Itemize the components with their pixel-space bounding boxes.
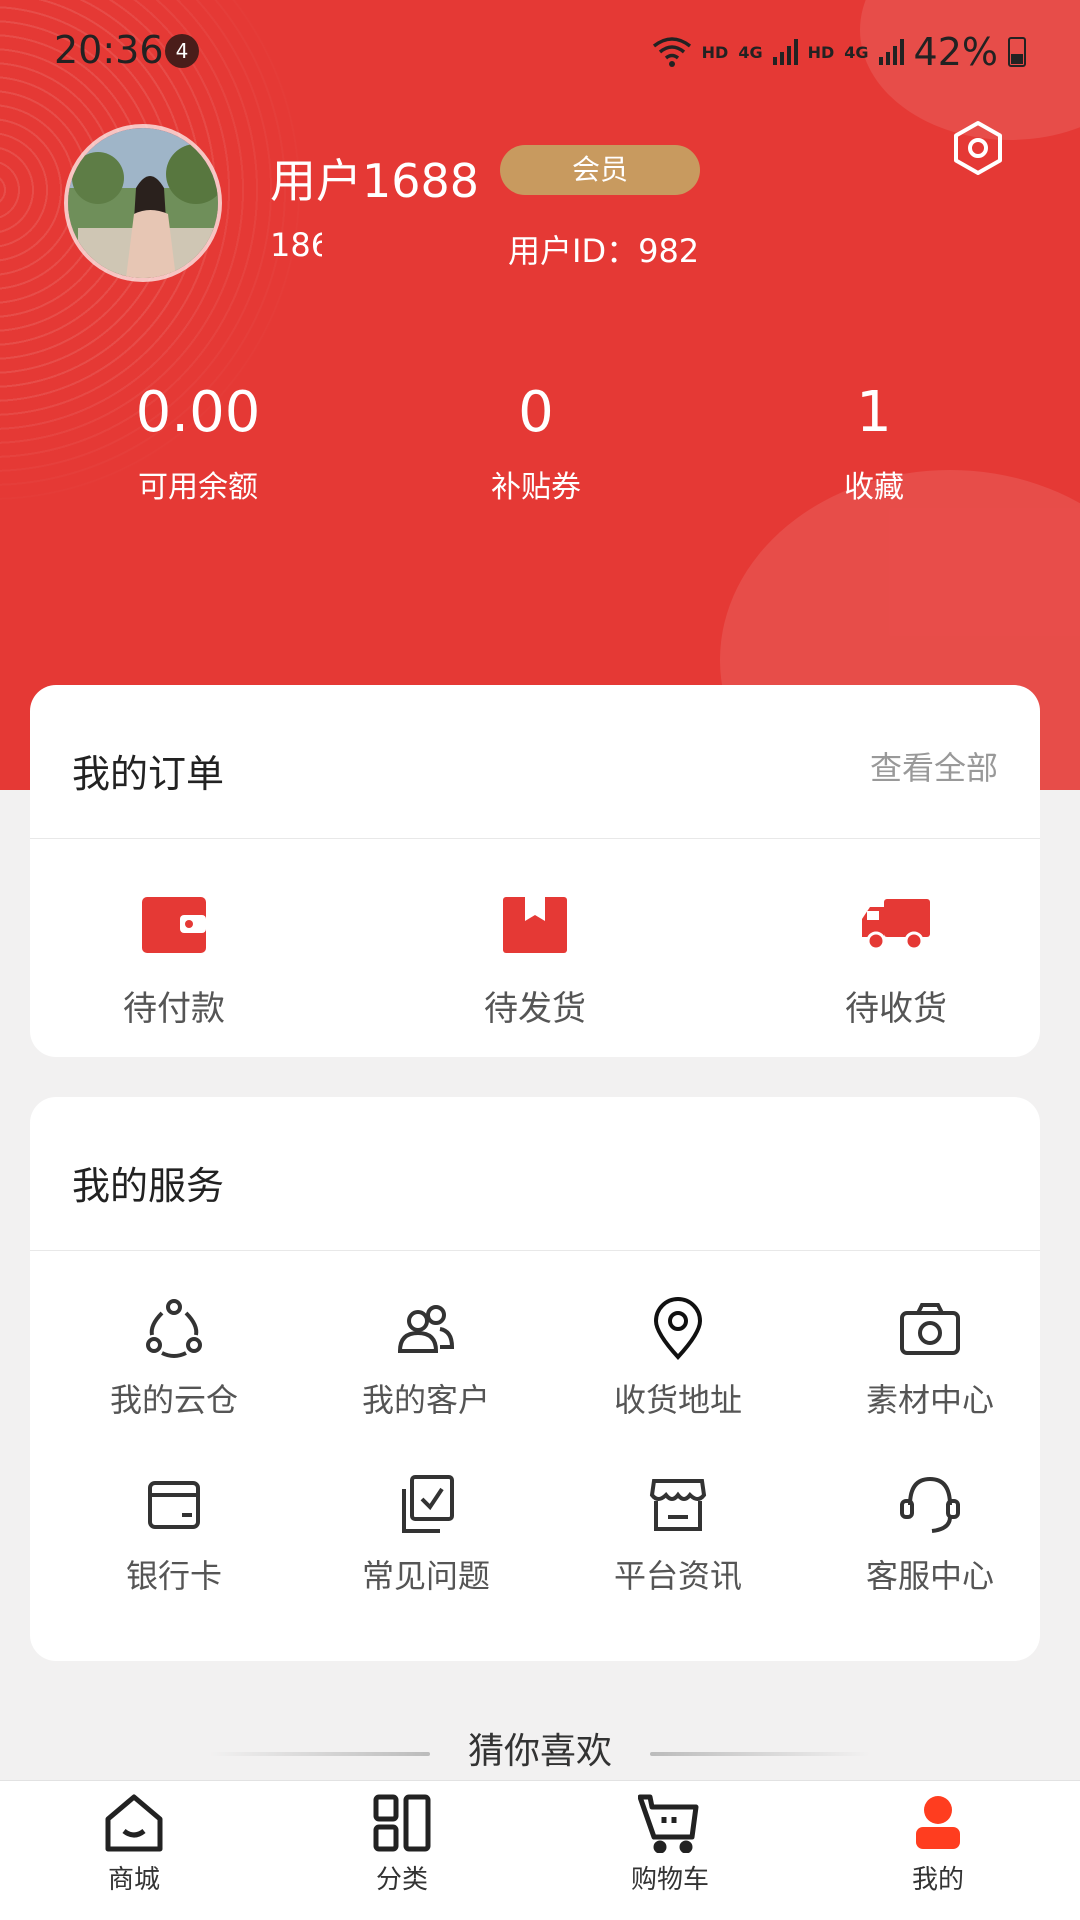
- service-bank-card[interactable]: 银行卡: [64, 1473, 284, 1597]
- wifi-icon: [652, 37, 691, 67]
- network-label: HD: [701, 42, 729, 62]
- services-card-header: 我的服务: [30, 1097, 1040, 1251]
- service-faq[interactable]: 常见问题: [316, 1473, 536, 1597]
- username: 用户1688: [270, 154, 480, 208]
- stat-balance[interactable]: 0.00 可用余额: [78, 380, 318, 506]
- customers-icon: [397, 1305, 455, 1353]
- news-icon: [649, 1479, 707, 1531]
- stat-label: 补贴券: [491, 470, 581, 505]
- cloud-warehouse-icon: [146, 1299, 202, 1358]
- home-icon: [105, 1794, 163, 1852]
- stat-label: 收藏: [844, 470, 904, 505]
- user-id: 用户ID：982: [508, 232, 700, 270]
- stat-label: 可用余额: [138, 470, 258, 505]
- view-all-orders-link[interactable]: 查看全部: [870, 743, 998, 789]
- battery-icon: [1008, 37, 1026, 67]
- service-shipping-address[interactable]: 收货地址: [568, 1297, 788, 1421]
- tab-label: 分类: [375, 1865, 428, 1895]
- settings-icon[interactable]: [950, 120, 1006, 176]
- service-customer-support[interactable]: 客服中心: [820, 1473, 1040, 1597]
- service-customers[interactable]: 我的客户: [316, 1297, 536, 1421]
- stat-value: 0: [518, 380, 554, 445]
- faq-icon: [402, 1475, 454, 1533]
- services-card: 我的服务 我的云仓 我的客户 收货地址 素材中心 银行卡 常见问题 平台资讯 客…: [30, 1097, 1040, 1661]
- service-label: 平台资讯: [613, 1557, 742, 1595]
- stat-value: 0.00: [135, 380, 261, 445]
- camera-icon: [900, 1303, 960, 1355]
- order-label: 待收货: [845, 989, 947, 1029]
- service-label: 我的云仓: [109, 1381, 238, 1419]
- bottom-tab-bar: 商城 分类 购物车 我的: [0, 1780, 1080, 1920]
- account-stats: 0.00 可用余额 0 补贴券 1 收藏: [0, 380, 1080, 520]
- location-icon: [653, 1297, 703, 1360]
- wallet-icon: [142, 897, 206, 953]
- stat-coupons[interactable]: 0 补贴券: [416, 380, 656, 506]
- orders-card-header: 我的订单 查看全部: [30, 685, 1040, 839]
- service-label: 我的客户: [361, 1381, 490, 1419]
- category-icon: [373, 1794, 431, 1852]
- network-label: HD: [807, 42, 835, 62]
- tab-mall[interactable]: 商城: [34, 1793, 234, 1896]
- network-label: 4G: [738, 42, 763, 62]
- orders-title: 我的订单: [72, 752, 225, 796]
- status-bar: 20:36 4 HD 4G HD 4G 42%: [0, 0, 1080, 100]
- order-label: 待发货: [484, 989, 586, 1029]
- system-indicators: HD 4G HD 4G 42%: [652, 30, 1026, 74]
- signal-icon: [878, 39, 904, 65]
- service-label: 收货地址: [613, 1381, 742, 1419]
- package-icon: [503, 897, 567, 953]
- services-title: 我的服务: [72, 1164, 225, 1208]
- tab-label: 商城: [107, 1865, 160, 1895]
- orders-card: 我的订单 查看全部 待付款 待发货 待收货: [30, 685, 1040, 1057]
- stat-favorites[interactable]: 1 收藏: [754, 380, 994, 506]
- order-label: 待付款: [123, 989, 225, 1029]
- tab-label: 我的: [911, 1865, 964, 1895]
- order-pending-payment[interactable]: 待付款: [64, 895, 284, 1030]
- phone-number: 186: [270, 226, 322, 264]
- signal-icon: [772, 39, 798, 65]
- order-pending-shipment[interactable]: 待发货: [425, 895, 645, 1030]
- tab-label: 购物车: [630, 1865, 709, 1895]
- battery-percent: 42%: [913, 30, 998, 74]
- service-label: 客服中心: [865, 1557, 994, 1595]
- profile-icon: [916, 1796, 960, 1849]
- service-label: 素材中心: [865, 1381, 994, 1419]
- truck-icon: [862, 899, 930, 951]
- service-label: 银行卡: [125, 1557, 222, 1595]
- tab-cart[interactable]: 购物车: [570, 1793, 770, 1896]
- network-label: 4G: [844, 42, 869, 62]
- tab-category[interactable]: 分类: [302, 1793, 502, 1896]
- service-cloud-warehouse[interactable]: 我的云仓: [64, 1297, 284, 1421]
- cart-icon: [638, 1794, 699, 1853]
- headset-icon: [900, 1476, 960, 1533]
- guess-you-like-title: 猜你喜欢: [467, 1731, 612, 1772]
- order-pending-receipt[interactable]: 待收货: [786, 895, 1006, 1030]
- bank-card-icon: [148, 1481, 200, 1529]
- service-material-center[interactable]: 素材中心: [820, 1297, 1040, 1421]
- notification-count-badge: 4: [165, 34, 199, 68]
- divider-line: [650, 1752, 870, 1756]
- member-badge[interactable]: 会员: [500, 145, 700, 195]
- avatar[interactable]: [64, 124, 222, 282]
- status-time: 20:36: [54, 28, 164, 72]
- service-label: 常见问题: [361, 1557, 490, 1595]
- service-platform-news[interactable]: 平台资讯: [568, 1473, 788, 1597]
- tab-profile[interactable]: 我的: [838, 1793, 1038, 1896]
- stat-value: 1: [856, 380, 892, 445]
